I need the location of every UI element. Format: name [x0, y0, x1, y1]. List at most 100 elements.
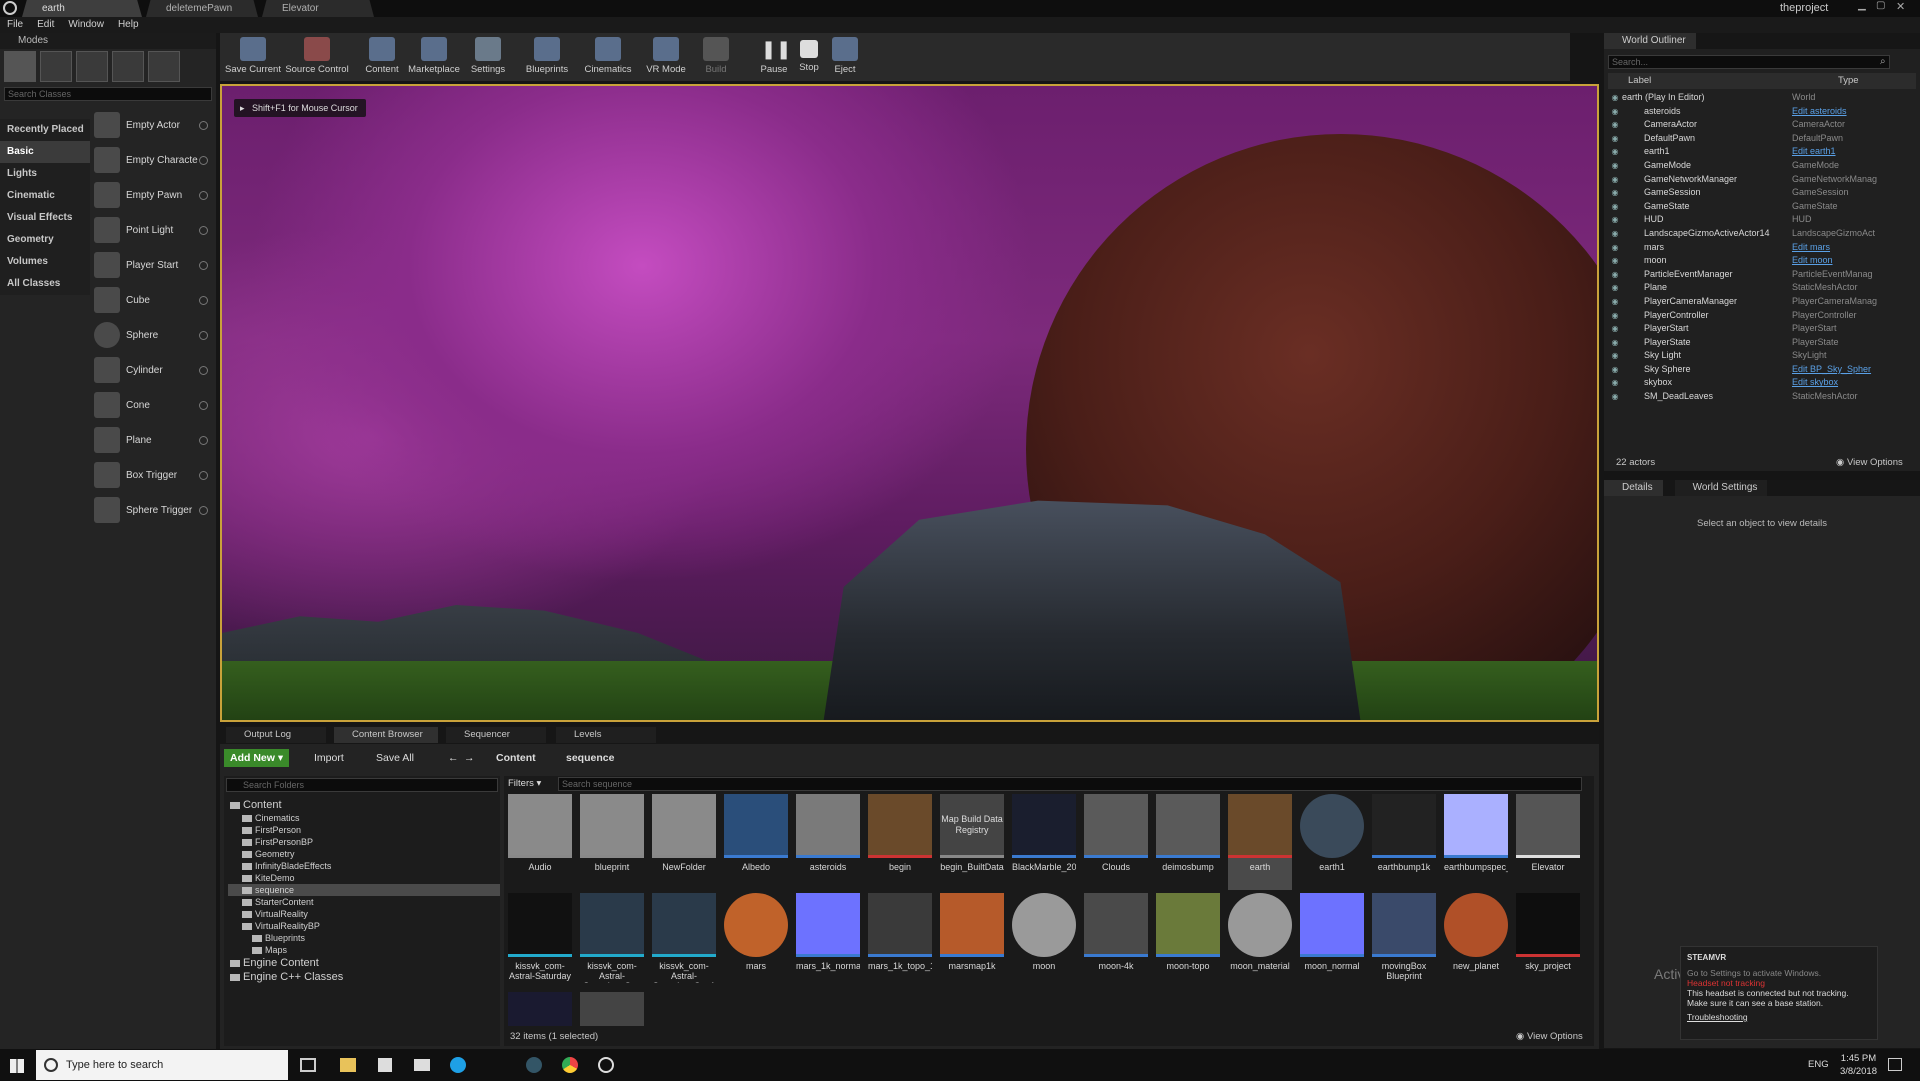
- troubleshooting-link[interactable]: Troubleshooting: [1687, 1012, 1871, 1022]
- asset-tile[interactable]: Elevator: [1516, 794, 1580, 890]
- asset-tile[interactable]: new_planet: [1444, 893, 1508, 989]
- outliner-row[interactable]: ◉ skybox Edit skybox: [1608, 376, 1916, 390]
- outliner-row[interactable]: ◉ PlayerCameraManager PlayerCameraManag: [1608, 295, 1916, 309]
- visibility-eye-icon[interactable]: ◉: [1608, 186, 1622, 200]
- outliner-row[interactable]: ◉ PlayerState PlayerState: [1608, 336, 1916, 350]
- visibility-eye-icon[interactable]: ◉: [1608, 349, 1622, 363]
- menu-window[interactable]: Window: [61, 17, 111, 33]
- help-icon[interactable]: [199, 260, 208, 270]
- visibility-eye-icon[interactable]: ◉: [1608, 173, 1622, 187]
- asset-tile[interactable]: earthbump1k: [1372, 794, 1436, 890]
- help-icon[interactable]: [199, 330, 208, 340]
- folder-tree-item[interactable]: Maps: [228, 944, 500, 956]
- visibility-eye-icon[interactable]: ◉: [1608, 91, 1622, 105]
- foliage-mode-icon[interactable]: [112, 51, 144, 82]
- outliner-row[interactable]: ◉ earth (Play In Editor) World: [1608, 91, 1916, 105]
- notifications-icon[interactable]: [1888, 1058, 1902, 1071]
- outliner-row[interactable]: ◉ moon Edit moon: [1608, 254, 1916, 268]
- place-item[interactable]: Empty Pawn: [94, 181, 212, 209]
- asset-tile[interactable]: moon_material: [1228, 893, 1292, 989]
- tab-output-log[interactable]: Output Log: [226, 727, 326, 743]
- asset-tile[interactable]: movingBox Blueprint: [1372, 893, 1436, 989]
- save-current-button[interactable]: Save Current: [224, 35, 282, 79]
- tab-content-browser[interactable]: Content Browser: [334, 727, 438, 743]
- help-icon[interactable]: [199, 435, 208, 445]
- paint-mode-icon[interactable]: [40, 51, 72, 82]
- store-icon[interactable]: [378, 1058, 392, 1072]
- ue-logo-icon[interactable]: [3, 1, 17, 15]
- asset-view-options[interactable]: ◉ View Options: [1516, 1031, 1583, 1042]
- outliner-row[interactable]: ◉ PlayerController PlayerController: [1608, 309, 1916, 323]
- visibility-eye-icon[interactable]: ◉: [1608, 254, 1622, 268]
- help-icon[interactable]: [199, 400, 208, 410]
- visibility-eye-icon[interactable]: ◉: [1608, 200, 1622, 214]
- asset-tile[interactable]: BlackMarble_2016_3km: [1012, 794, 1076, 890]
- asset-tile[interactable]: kissvk_com-Astral-Saturday: [508, 893, 572, 989]
- asset-tile[interactable]: NewFolder: [652, 794, 716, 890]
- source-control-button[interactable]: Source Control: [284, 35, 350, 79]
- blueprints-button[interactable]: Blueprints: [522, 35, 572, 79]
- menu-help[interactable]: Help: [111, 17, 146, 33]
- outliner-row[interactable]: ◉ ParticleEventManager ParticleEventManag: [1608, 268, 1916, 282]
- visibility-eye-icon[interactable]: ◉: [1608, 336, 1622, 350]
- category-volumes[interactable]: Volumes: [0, 251, 90, 273]
- visibility-eye-icon[interactable]: ◉: [1608, 390, 1622, 404]
- folder-tree-item[interactable]: Engine C++ Classes: [228, 970, 500, 984]
- outliner-row[interactable]: ◉ GameState GameState: [1608, 200, 1916, 214]
- help-icon[interactable]: [199, 190, 208, 200]
- category-geometry[interactable]: Geometry: [0, 229, 90, 251]
- outliner-row[interactable]: ◉ asteroids Edit asteroids: [1608, 105, 1916, 119]
- minimize-icon[interactable]: ▁: [1858, 0, 1866, 11]
- filters-button[interactable]: Filters ▾: [508, 778, 541, 789]
- edit-blueprint-link[interactable]: Edit asteroids: [1792, 105, 1882, 119]
- mail-icon[interactable]: [414, 1059, 430, 1071]
- place-item[interactable]: Player Start: [94, 251, 212, 279]
- place-item[interactable]: Empty Actor: [94, 111, 212, 139]
- place-item[interactable]: Empty Characte: [94, 146, 212, 174]
- search-folders-input[interactable]: Search Folders: [226, 778, 498, 792]
- outliner-row[interactable]: ◉ PlayerStart PlayerStart: [1608, 322, 1916, 336]
- folder-tree-item[interactable]: Engine Content: [228, 956, 500, 970]
- help-icon[interactable]: [199, 225, 208, 235]
- folder-tree-item[interactable]: FirstPerson: [228, 824, 500, 836]
- place-item[interactable]: Box Trigger: [94, 461, 212, 489]
- visibility-eye-icon[interactable]: ◉: [1608, 105, 1622, 119]
- maximize-icon[interactable]: ▢: [1876, 0, 1885, 11]
- visibility-eye-icon[interactable]: ◉: [1608, 268, 1622, 282]
- task-view-icon[interactable]: [300, 1058, 316, 1072]
- tab-elevator[interactable]: Elevator: [262, 0, 374, 17]
- tab-deletemepawn[interactable]: deletemePawn: [146, 0, 258, 17]
- chrome-icon[interactable]: [562, 1057, 578, 1073]
- asset-tile[interactable]: Audio: [508, 794, 572, 890]
- asset-tile[interactable]: Map Build: [580, 992, 644, 1026]
- outliner-row[interactable]: ◉ GameMode GameMode: [1608, 159, 1916, 173]
- cinematics-button[interactable]: Cinematics: [582, 35, 634, 79]
- outliner-row[interactable]: ◉ LandscapeGizmoActiveActor14 LandscapeGiz…: [1608, 227, 1916, 241]
- help-icon[interactable]: [199, 505, 208, 515]
- folder-tree-item[interactable]: KiteDemo: [228, 872, 500, 884]
- menu-file[interactable]: File: [0, 17, 30, 33]
- folder-tree-item[interactable]: sequence: [228, 884, 500, 896]
- place-item[interactable]: Cylinder: [94, 356, 212, 384]
- steam-icon[interactable]: [526, 1057, 542, 1073]
- outliner-row[interactable]: ◉ Plane StaticMeshActor: [1608, 281, 1916, 295]
- folder-tree-item[interactable]: Geometry: [228, 848, 500, 860]
- folder-tree-item[interactable]: Blueprints: [228, 932, 500, 944]
- skype-icon[interactable]: [450, 1057, 466, 1073]
- edit-blueprint-link[interactable]: Edit earth1: [1792, 145, 1882, 159]
- folder-tree-item[interactable]: InfinityBladeEffects: [228, 860, 500, 872]
- place-item[interactable]: Sphere: [94, 321, 212, 349]
- asset-tile[interactable]: asteroids: [796, 794, 860, 890]
- path-sequence[interactable]: sequence: [560, 749, 620, 767]
- pause-button[interactable]: ❚❚ Pause: [758, 35, 792, 79]
- edit-blueprint-link[interactable]: Edit BP_Sky_Spher: [1792, 363, 1882, 377]
- asset-tile[interactable]: begin: [868, 794, 932, 890]
- category-basic[interactable]: Basic: [0, 141, 90, 163]
- close-icon[interactable]: ✕: [1896, 0, 1905, 13]
- tab-levels[interactable]: Levels: [556, 727, 656, 743]
- folder-tree-item[interactable]: StarterContent: [228, 896, 500, 908]
- visibility-eye-icon[interactable]: ◉: [1608, 159, 1622, 173]
- visibility-eye-icon[interactable]: ◉: [1608, 241, 1622, 255]
- visibility-eye-icon[interactable]: ◉: [1608, 118, 1622, 132]
- outliner-row[interactable]: ◉ SM_DeadLeaves StaticMeshActor: [1608, 390, 1916, 404]
